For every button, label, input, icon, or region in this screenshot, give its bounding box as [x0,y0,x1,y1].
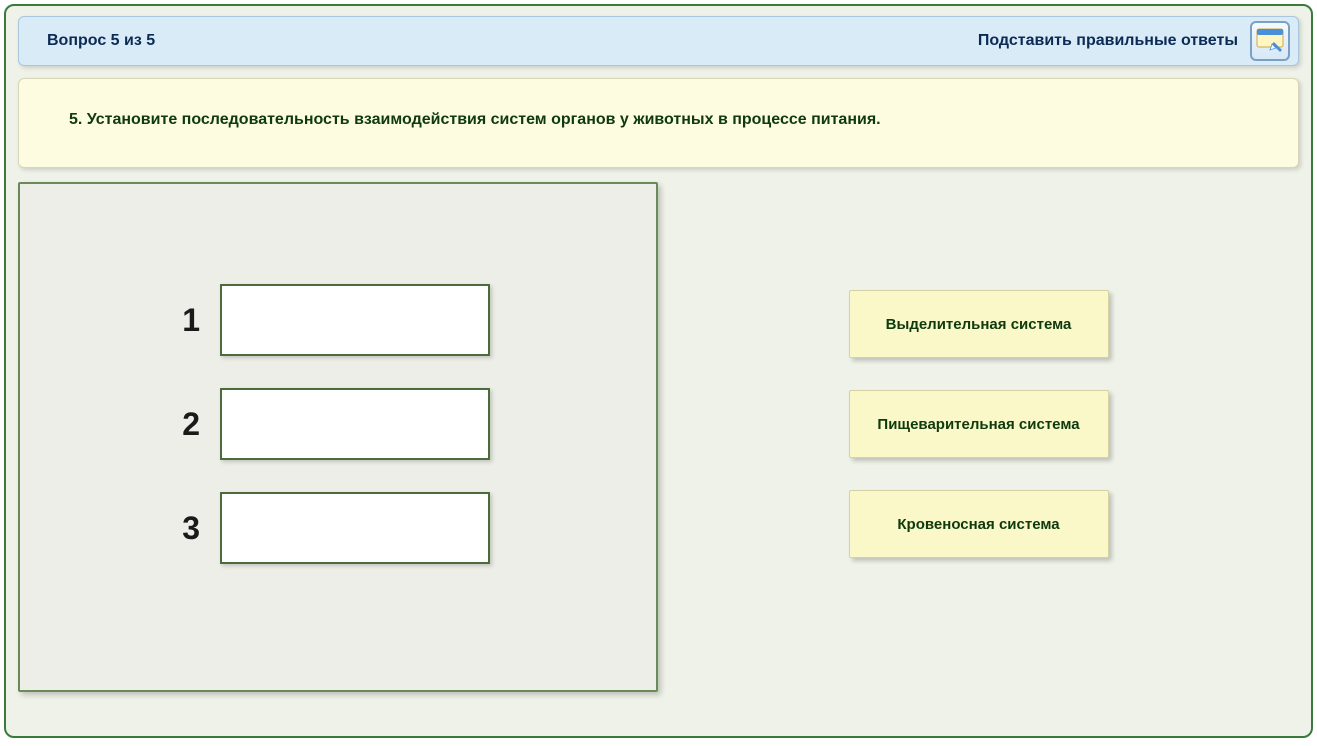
show-answers-button[interactable] [1250,21,1290,61]
insert-answers-icon [1256,28,1284,54]
option-chip[interactable]: Пищеварительная система [849,390,1109,458]
question-progress: Вопрос 5 из 5 [47,32,155,50]
option-label: Пищеварительная система [877,416,1079,433]
option-chip[interactable]: Кровеносная система [849,490,1109,558]
question-panel: 5. Установите последовательность взаимод… [18,78,1299,168]
drop-slot-1[interactable] [220,284,490,356]
slot-number: 3 [160,510,220,547]
header-actions: Подставить правильные ответы [978,21,1290,61]
slot-row: 1 [160,284,656,356]
option-label: Кровеносная система [897,516,1059,533]
slot-row: 2 [160,388,656,460]
drop-target-panel: 1 2 3 [18,182,658,692]
slot-number: 1 [160,302,220,339]
question-text: 5. Установите последовательность взаимод… [69,109,1248,131]
hint-label: Подставить правильные ответы [978,32,1238,50]
slot-number: 2 [160,406,220,443]
header-bar: Вопрос 5 из 5 Подставить правильные отве… [18,16,1299,66]
option-chip[interactable]: Выделительная система [849,290,1109,358]
drop-slot-2[interactable] [220,388,490,460]
drop-slot-3[interactable] [220,492,490,564]
quiz-frame: Вопрос 5 из 5 Подставить правильные отве… [4,4,1313,738]
slot-row: 3 [160,492,656,564]
options-panel: Выделительная система Пищеварительная си… [658,182,1299,692]
work-area: 1 2 3 Выделительная система Пищеваритель… [18,182,1299,692]
option-label: Выделительная система [886,316,1072,333]
